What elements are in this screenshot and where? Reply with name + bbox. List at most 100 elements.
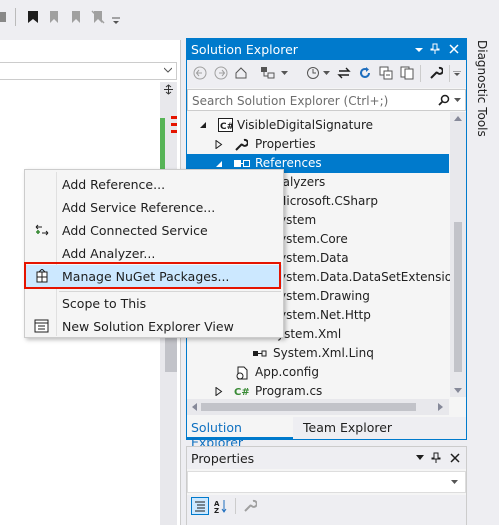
member-dropdown[interactable] [0,62,177,80]
svg-text:C#: C# [234,387,249,398]
properties-wrench-icon[interactable] [429,66,443,80]
tree-item-reference[interactable]: ystem [279,211,316,230]
tree-item-project[interactable]: C# VisibleDigitalSignature [187,116,449,135]
tree-label: App.config [255,365,319,379]
switch-views-icon[interactable] [260,66,276,80]
tree-item-reference[interactable]: System.Xml.Linq [187,344,449,363]
scroll-up-icon[interactable] [454,116,462,121]
tree-item-reference[interactable]: ystem.Xml [277,325,341,344]
search-solution-explorer-input[interactable]: Search Solution Explorer (Ctrl+;) [187,89,466,111]
menu-item-add-connected-service[interactable]: Add Connected Service [26,219,282,241]
tree-item-properties[interactable]: Properties [187,135,449,154]
toolbar-separator [15,8,16,26]
toolbar-overflow-icon[interactable] [112,14,126,28]
properties-titlebar: Properties [187,447,466,469]
solution-explorer-titlebar: Solution Explorer [187,39,466,60]
toolbar-separator [235,498,236,514]
tab-solution-explorer[interactable]: Solution Explorer [187,417,293,450]
csharp-file-icon: C# [234,385,249,398]
categorized-icon[interactable] [191,497,209,515]
tree-label: ystem.Drawing [279,289,370,303]
menu-item-add-service-reference[interactable]: Add Service Reference... [26,196,282,218]
toolbar-separator [420,65,421,82]
pending-changes-filter-icon[interactable] [306,66,320,80]
close-icon[interactable] [450,453,460,463]
svg-text:Z: Z [214,507,219,513]
tree-item-app-config[interactable]: App.config [187,363,449,382]
collapsed-arrow-icon[interactable] [215,387,223,396]
tree-label: ystem.Core [279,232,348,246]
window-position-icon[interactable] [414,45,424,55]
prev-bookmark-icon[interactable] [47,10,61,24]
tree-item-reference[interactable]: ystem.Data [279,249,349,268]
tree-item-reference[interactable]: ystem.Data.DataSetExtensions [279,268,466,287]
solution-explorer-tabs: Solution Explorer Team Explorer [187,417,466,450]
toolbar-separator [449,65,450,82]
panel-title: Properties [191,451,255,466]
tree-label: System.Xml.Linq [273,346,374,360]
menu-item-label: New Solution Explorer View [62,319,234,334]
scroll-left-icon[interactable] [192,403,197,411]
property-pages-wrench-icon[interactable] [243,499,257,513]
menu-item-scope-to-this[interactable]: Scope to This [26,292,282,314]
tree-item-reference[interactable]: Microsoft.CSharp [276,192,378,211]
close-icon[interactable] [449,44,459,54]
expanded-arrow-icon[interactable] [199,121,207,129]
search-placeholder: Search Solution Explorer (Ctrl+;) [192,94,389,108]
reference-icon [253,349,267,358]
tree-item-reference[interactable]: ystem.Drawing [279,287,370,306]
csharp-project-icon: C# [218,118,233,132]
menu-item-add-analyzer[interactable]: Add Analyzer... [26,242,282,264]
chevron-down-icon[interactable] [451,480,458,485]
solution-explorer-horizontal-scrollbar[interactable] [187,399,449,415]
tree-label: ystem.Xml [277,327,342,341]
next-bookmark-icon[interactable] [69,10,83,24]
tree-label: VisibleDigitalSignature [237,118,374,132]
chevron-down-icon [164,66,172,74]
menu-item-new-solution-explorer-view[interactable]: New Solution Explorer View [26,315,282,337]
tree-label: ystem.Data [279,251,349,265]
search-icon[interactable] [438,94,450,106]
window-position-icon[interactable] [416,455,424,460]
object-selector[interactable] [187,471,466,493]
scroll-right-icon[interactable] [438,403,443,411]
sync-with-document-icon[interactable] [337,66,351,80]
menu-item-label: Add Analyzer... [62,246,156,261]
solution-explorer-toolbar [187,60,466,88]
tree-label: ystem [279,213,317,227]
tab-team-explorer[interactable]: Team Explorer [295,417,395,439]
scroll-thumb[interactable] [454,222,462,372]
bookmark-icon[interactable] [26,10,40,24]
chevron-down-icon[interactable] [281,71,288,76]
solution-explorer-vertical-scrollbar[interactable] [450,112,466,397]
forward-icon[interactable] [214,66,228,80]
collapsed-arrow-icon[interactable] [215,140,223,149]
config-file-icon [235,366,249,380]
back-icon[interactable] [193,66,207,80]
pin-icon[interactable] [431,452,441,464]
scroll-thumb[interactable] [201,403,416,411]
expanded-arrow-icon[interactable] [215,160,223,168]
collapse-all-icon[interactable] [379,66,393,80]
tree-item-reference[interactable]: ystem.Net.Http [279,306,371,325]
pin-icon[interactable] [430,43,440,55]
chevron-down-icon[interactable] [323,71,330,76]
toolbar-overflow-icon[interactable] [453,71,461,77]
show-all-files-icon[interactable] [400,66,414,80]
error-marker [171,123,177,126]
clear-bookmarks-icon[interactable] [91,10,105,24]
split-view-icon[interactable] [163,84,174,95]
error-marker [171,130,177,133]
scroll-down-icon[interactable] [454,388,462,393]
chevron-down-icon[interactable] [454,98,461,103]
home-icon[interactable] [234,66,248,80]
tree-item-reference[interactable]: ystem.Core [279,230,348,249]
refresh-icon[interactable] [358,66,372,80]
alphabetical-icon[interactable]: AZ [214,499,228,513]
menu-item-add-reference[interactable]: Add Reference... [26,173,282,195]
toolbar-edge-icon[interactable] [0,10,8,24]
main-toolbar [0,0,499,36]
references-icon [234,158,250,169]
diagnostic-tools-tab[interactable]: Diagnostic Tools [475,40,489,137]
menu-item-label: Scope to This [62,296,147,311]
